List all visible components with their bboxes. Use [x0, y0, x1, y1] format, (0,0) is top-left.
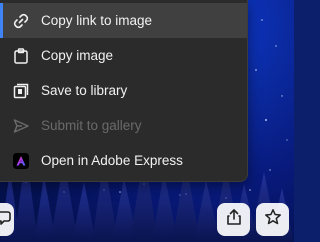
clipboard-icon: [12, 47, 30, 65]
menu-item-save-library[interactable]: Save to library: [0, 73, 247, 108]
menu-item-copy-link[interactable]: Copy link to image: [0, 3, 247, 38]
menu-item-label: Save to library: [41, 83, 128, 98]
chat-button[interactable]: [0, 203, 14, 236]
adobe-express-icon: [12, 152, 30, 170]
chat-icon: [0, 209, 12, 230]
star-icon: [264, 208, 282, 231]
send-icon: [12, 117, 30, 135]
library-icon: [12, 82, 30, 100]
share-icon: [225, 208, 243, 231]
menu-item-label: Copy image: [41, 48, 114, 63]
menu-item-label: Copy link to image: [41, 13, 153, 28]
favorite-button[interactable]: [256, 203, 289, 236]
menu-item-label: Open in Adobe Express: [41, 153, 183, 168]
context-menu: Copy link to image Copy image Save to li…: [0, 0, 248, 182]
menu-item-open-express[interactable]: Open in Adobe Express: [0, 143, 247, 178]
menu-item-label: Submit to gallery: [41, 118, 142, 133]
link-icon: [12, 12, 30, 30]
share-button[interactable]: [217, 203, 250, 236]
menu-item-copy-image[interactable]: Copy image: [0, 38, 247, 73]
menu-item-submit-gallery: Submit to gallery: [0, 108, 247, 143]
